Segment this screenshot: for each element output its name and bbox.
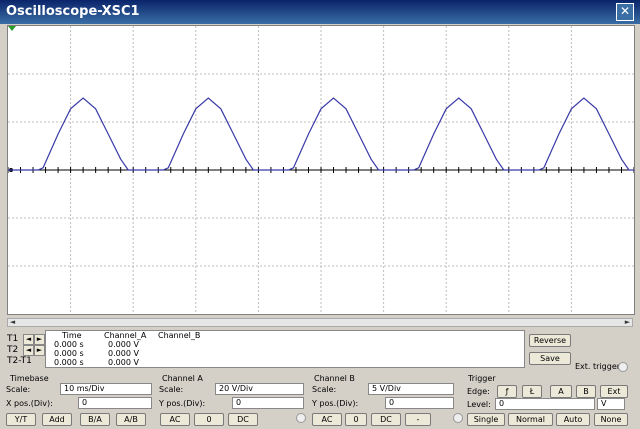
channel-a-zero-button[interactable]: 0 xyxy=(194,413,224,426)
oscilloscope-screen xyxy=(7,25,635,315)
trigger-source-a-button[interactable]: A xyxy=(550,385,572,398)
t2-right-arrow-icon[interactable]: ► xyxy=(34,345,45,356)
channel-b-scale-field[interactable]: 5 V/Div xyxy=(368,383,454,395)
trigger-title: Trigger xyxy=(468,374,496,383)
channel-a-ypos-label: Y pos.(Div): xyxy=(159,399,206,408)
channel-b-dc-button[interactable]: DC xyxy=(371,413,401,426)
channel-b-title: Channel B xyxy=(314,374,355,383)
channel-b-scale-label: Scale: xyxy=(312,385,337,394)
t2-time-value: 0.000 s xyxy=(54,349,84,358)
scroll-right-icon[interactable]: ► xyxy=(623,319,632,326)
time-header: Time xyxy=(62,331,82,340)
cursor-readout: T1 ◄ ► T2 ◄ ► T2-T1 Time Channel_A Chann… xyxy=(5,330,525,368)
scroll-left-icon[interactable]: ◄ xyxy=(8,319,17,326)
trigger-single-button[interactable]: Single xyxy=(467,413,505,426)
channel-b-ypos-field[interactable]: 0 xyxy=(385,397,454,409)
mode-ba-button[interactable]: B/A xyxy=(80,413,110,426)
channel-a-header: Channel_A xyxy=(104,331,147,340)
t1-left-arrow-icon[interactable]: ◄ xyxy=(23,334,34,345)
timebase-xpos-label: X pos.(Div): xyxy=(6,399,53,408)
channel-a-ypos-field[interactable]: 0 xyxy=(232,397,304,409)
trigger-level-label: Level: xyxy=(467,400,491,409)
t2-label: T2 xyxy=(7,345,19,355)
trigger-source-ext-button[interactable]: Ext xyxy=(600,385,628,398)
t1-channel-a-value: 0.000 V xyxy=(108,340,139,349)
t1-right-arrow-icon[interactable]: ► xyxy=(34,334,45,345)
trigger-auto-button[interactable]: Auto xyxy=(556,413,590,426)
channel-a-scale-field[interactable]: 20 V/Div xyxy=(215,383,304,395)
trigger-marker-icon[interactable] xyxy=(8,26,16,31)
channel-a-dc-button[interactable]: DC xyxy=(228,413,258,426)
mode-yt-button[interactable]: Y/T xyxy=(6,413,36,426)
channel-b-radio[interactable] xyxy=(453,413,463,423)
trigger-falling-edge-icon[interactable]: Ł xyxy=(522,385,542,398)
timebase-scale-field[interactable]: 10 ms/Div xyxy=(60,383,152,395)
trigger-source-b-button[interactable]: B xyxy=(576,385,596,398)
horizontal-scrollbar[interactable]: ◄ ► xyxy=(7,318,633,327)
channel-b-zero-button[interactable]: 0 xyxy=(345,413,367,426)
timebase-scale-label: Scale: xyxy=(6,385,31,394)
channel-a-scale-label: Scale: xyxy=(159,385,184,394)
channel-a-ac-button[interactable]: AC xyxy=(160,413,190,426)
channel-b-minus-button[interactable]: - xyxy=(405,413,431,426)
title-bar: Oscilloscope-XSC1 ✕ xyxy=(0,0,640,24)
reverse-button[interactable]: Reverse xyxy=(529,334,571,347)
mode-ab-button[interactable]: A/B xyxy=(116,413,146,426)
ext-trigger-radio[interactable] xyxy=(618,362,628,372)
t2-t1-time-value: 0.000 s xyxy=(54,358,84,367)
channel-b-header: Channel_B xyxy=(158,331,201,340)
window-title: Oscilloscope-XSC1 xyxy=(6,4,140,19)
channel-a-title: Channel A xyxy=(162,374,203,383)
trigger-rising-edge-icon[interactable]: ƒ xyxy=(497,385,517,398)
channel-b-ac-button[interactable]: AC xyxy=(312,413,342,426)
trigger-none-button[interactable]: None xyxy=(594,413,628,426)
t1-time-value: 0.000 s xyxy=(54,340,84,349)
t1-label: T1 xyxy=(7,334,19,344)
readout-table: Time Channel_A Channel_B 0.000 s 0.000 V… xyxy=(45,330,525,368)
close-icon[interactable]: ✕ xyxy=(616,3,634,21)
mode-add-button[interactable]: Add xyxy=(42,413,72,426)
save-button[interactable]: Save xyxy=(529,352,571,365)
t2-t1-label: T2-T1 xyxy=(7,356,32,366)
trigger-normal-button[interactable]: Normal xyxy=(508,413,553,426)
timebase-xpos-field[interactable]: 0 xyxy=(78,397,152,409)
trigger-level-unit[interactable]: V xyxy=(597,398,625,410)
ext-trigger-label: Ext. trigger xyxy=(575,362,621,371)
waveform-display xyxy=(7,26,635,314)
t2-channel-a-value: 0.000 V xyxy=(108,349,139,358)
channel-b-ypos-label: Y pos.(Div): xyxy=(312,399,359,408)
channel-a-radio[interactable] xyxy=(296,413,306,423)
t2-t1-channel-a-value: 0.000 V xyxy=(108,358,139,367)
trigger-level-field[interactable]: 0 xyxy=(495,398,595,410)
trigger-edge-label: Edge: xyxy=(467,387,490,396)
t2-left-arrow-icon[interactable]: ◄ xyxy=(23,345,34,356)
timebase-title: Timebase xyxy=(10,374,49,383)
